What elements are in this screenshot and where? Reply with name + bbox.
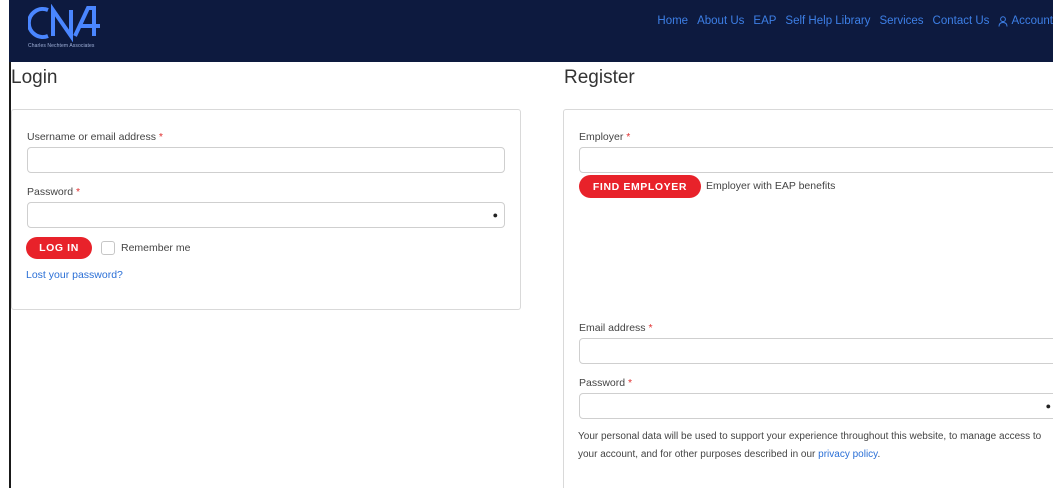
privacy-notice: Your personal data will be used to suppo… (578, 428, 1048, 464)
nav-about-us[interactable]: About Us (697, 15, 744, 27)
nav-eap[interactable]: EAP (753, 15, 776, 27)
email-label-text: Email address (579, 322, 646, 334)
username-label: Username or email address * (27, 131, 163, 143)
privacy-end: . (877, 449, 881, 460)
employer-label-text: Employer (579, 131, 624, 143)
required-mark: * (76, 186, 81, 198)
privacy-text: Your personal data will be used to suppo… (578, 431, 1042, 460)
username-input[interactable] (27, 147, 505, 173)
logo-tagline: Charles Nechtem Associates (28, 43, 95, 49)
remember-me-checkbox[interactable] (101, 241, 115, 255)
main-menu: Home About Us EAP Self Help Library Serv… (657, 15, 1053, 27)
login-password-input[interactable]: ● (27, 202, 505, 228)
required-mark: * (648, 322, 653, 334)
nav-account-label: Account (1011, 15, 1053, 27)
nav-self-help-library[interactable]: Self Help Library (785, 15, 870, 27)
username-label-text: Username or email address (27, 131, 156, 143)
required-mark: * (628, 377, 633, 389)
login-title: Login (11, 67, 58, 88)
eye-icon[interactable]: ● (493, 211, 498, 220)
required-mark: * (158, 131, 163, 143)
find-employer-button[interactable]: FIND EMPLOYER (579, 175, 701, 198)
required-mark: * (626, 131, 631, 143)
eye-icon[interactable]: ● (1046, 402, 1051, 411)
register-form: Employer * FIND EMPLOYER Employer with E… (563, 109, 1053, 488)
nav-account[interactable]: Account (998, 15, 1053, 27)
register-password-label-text: Password (579, 377, 626, 389)
nav-home[interactable]: Home (657, 15, 688, 27)
employer-input[interactable] (579, 147, 1053, 173)
remember-me-label: Remember me (121, 242, 191, 254)
register-password-label: Password * (579, 377, 632, 389)
login-password-label: Password * (27, 186, 80, 198)
login-form: Username or email address * Password * ●… (11, 109, 521, 310)
login-button[interactable]: LOG IN (26, 237, 92, 259)
login-password-label-text: Password (27, 186, 74, 198)
email-input[interactable] (579, 338, 1053, 364)
nav-contact-us[interactable]: Contact Us (933, 15, 990, 27)
employer-hint: Employer with EAP benefits (706, 180, 836, 192)
employer-label: Employer * (579, 131, 630, 143)
user-icon (998, 15, 1008, 27)
email-label: Email address * (579, 322, 653, 334)
register-password-input[interactable]: ● (579, 393, 1053, 419)
logo-icon (28, 4, 100, 42)
site-logo[interactable]: Charles Nechtem Associates (26, 4, 116, 58)
top-nav: Charles Nechtem Associates Home About Us… (9, 0, 1053, 62)
lost-password-link[interactable]: Lost your password? (26, 269, 123, 281)
privacy-policy-link[interactable]: privacy policy (818, 449, 877, 460)
register-title: Register (564, 67, 635, 88)
nav-services[interactable]: Services (879, 15, 923, 27)
